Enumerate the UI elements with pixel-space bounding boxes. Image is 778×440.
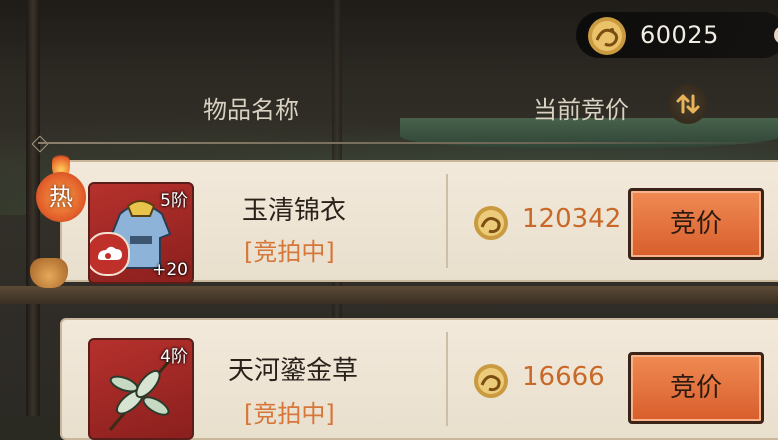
dragon-coin-icon [588, 17, 626, 55]
item-icon-herb[interactable]: 4阶 [88, 338, 194, 440]
table-header: 物品名称 当前竞价 [0, 80, 778, 134]
currency-add-tab[interactable] [774, 26, 778, 44]
item-icon-robe[interactable]: 5阶 +20 [88, 182, 194, 284]
currency-display: 60025 [576, 12, 778, 58]
background-shelf [0, 286, 778, 304]
item-name: 玉清锦衣 [242, 196, 347, 226]
auction-status: [竞拍中] [244, 238, 335, 266]
item-name: 天河鎏金草 [228, 356, 359, 386]
column-separator [446, 332, 448, 426]
sort-arrows-icon [676, 94, 700, 114]
column-separator [446, 174, 448, 268]
hot-badge: 热 [36, 172, 86, 222]
dragon-coin-icon [474, 206, 508, 240]
item-enhance-level: +20 [152, 260, 188, 280]
column-header-item-name: 物品名称 [203, 96, 299, 124]
sort-button[interactable] [668, 84, 708, 124]
money-pouch-icon [30, 258, 68, 288]
item-tier: 5阶 [160, 191, 188, 211]
bid-button[interactable]: 竞价 [628, 352, 764, 424]
auction-row[interactable]: 4阶 天河鎏金草 [竞拍中] 16666 竞价 [60, 318, 778, 440]
header-divider [38, 142, 778, 144]
column-header-current-bid: 当前竞价 [533, 96, 629, 124]
item-tier: 4阶 [160, 347, 188, 367]
current-bid-value: 16666 [522, 362, 605, 392]
auction-row[interactable]: 5阶 +20 玉清锦衣 [竞拍中] 120342 竞价 [60, 160, 778, 284]
bid-button[interactable]: 竞价 [628, 188, 764, 260]
equipment-type-badge [90, 232, 130, 276]
auction-status: [竞拍中] [244, 400, 335, 428]
current-bid-value: 120342 [522, 204, 622, 234]
cloud-emblem-icon [98, 246, 122, 260]
dragon-coin-icon [474, 364, 508, 398]
currency-amount: 60025 [640, 21, 719, 49]
